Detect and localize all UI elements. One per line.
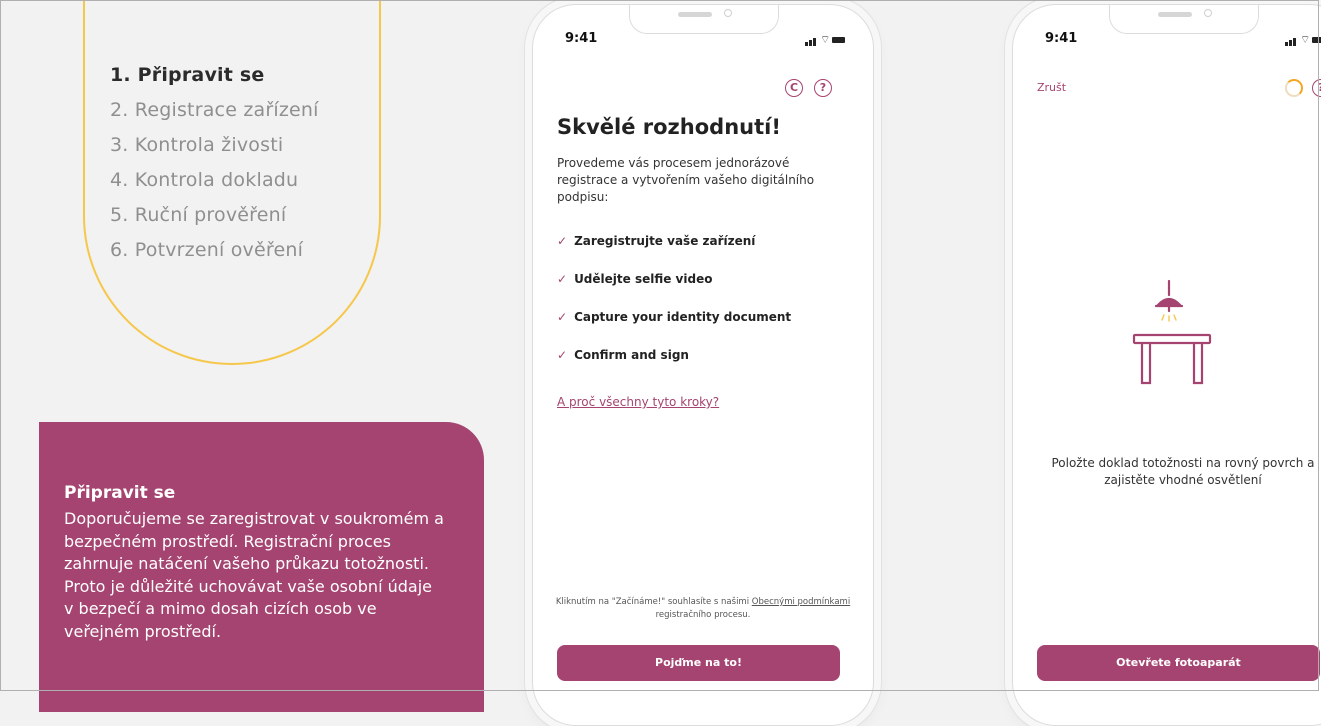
checklist-item: ✓ Capture your identity document [557,307,791,345]
open-camera-button[interactable]: Otevřete fotoaparát [1037,645,1320,681]
page-title: Skvělé rozhodnutí! [557,115,781,139]
info-title: Připravit se [64,483,176,503]
step-item: 1. Připravit se [110,64,265,86]
camera [724,9,732,17]
checklist-label: Capture your identity document [574,310,792,324]
status-icons: ⌔ [1285,34,1321,46]
consent-text: Kliknutím na "Začínáme!" souhlasíte s na… [555,596,851,622]
instruction-text: Položte doklad totožnosti na rovný povrc… [1051,456,1315,487]
steps-list: 1. Připravit se 2. Registrace zařízení 3… [110,58,319,268]
checklist: ✓ Zaregistrujte vaše zařízení ✓ Udělejte s… [557,231,791,383]
status-time: 9:41 [565,31,598,46]
why-steps-link[interactable]: A proč všechny tyto kroky? [557,395,719,409]
checklist-item: ✓ Udělejte selfie video [557,269,791,307]
consent-prefix: Kliknutím na "Začínáme!" souhlasíte s na… [555,597,750,607]
status-time: 9:41 [1045,31,1078,46]
phone-notch [629,5,779,34]
lamp-table-illustration [1132,279,1212,385]
wifi-icon: ⌔ [820,33,831,46]
help-icon[interactable]: ? [1312,79,1321,97]
speaker [678,12,712,17]
check-icon: ✓ [557,310,568,324]
info-body: Doporučujeme se zaregistrovat v soukromé… [64,509,444,641]
phone-welcome-screen: 9:41 ⌔ C ? Skvělé rozhodnutí! Provedeme … [532,4,874,726]
check-icon: ✓ [557,234,568,248]
checklist-label: Udělejte selfie video [574,272,713,286]
help-icon[interactable]: ? [814,79,832,97]
check-icon: ✓ [557,272,568,286]
step-item: 5. Ruční prověření [110,204,287,226]
terms-link[interactable]: Obecnými podmínkami [752,597,850,607]
phone-notch [1109,5,1259,34]
step-item: 2. Registrace zařízení [110,99,319,121]
checklist-label: Confirm and sign [574,348,689,362]
battery-icon [832,37,845,43]
status-icons: ⌔ [805,34,845,46]
step-item: 3. Kontrola živosti [110,134,284,156]
speaker [1158,12,1192,17]
battery-icon [1312,37,1321,43]
spinner-icon [1285,79,1303,97]
checklist-label: Zaregistrujte vaše zařízení [574,234,756,248]
checklist-item: ✓ Zaregistrujte vaše zařízení [557,231,791,269]
check-icon: ✓ [557,348,568,362]
intro-text: Provedeme vás procesem jednorázové regis… [557,156,815,204]
info-card: Připravit se Doporučujeme se zaregistrov… [39,422,484,712]
phone-document-screen: 9:41 ⌔ Zrušt ? Položte doklad totožnosti… [1012,4,1321,726]
camera [1204,9,1212,17]
cancel-link[interactable]: Zrušt [1037,81,1066,94]
start-button[interactable]: Pojďme na to! [557,645,840,681]
step-item: 4. Kontrola dokladu [110,169,299,191]
chat-icon[interactable]: C [785,79,803,97]
consent-suffix: registračního procesu. [655,610,751,620]
checklist-item: ✓ Confirm and sign [557,345,791,383]
step-item: 6. Potvrzení ověření [110,239,304,261]
wifi-icon: ⌔ [1300,33,1311,46]
